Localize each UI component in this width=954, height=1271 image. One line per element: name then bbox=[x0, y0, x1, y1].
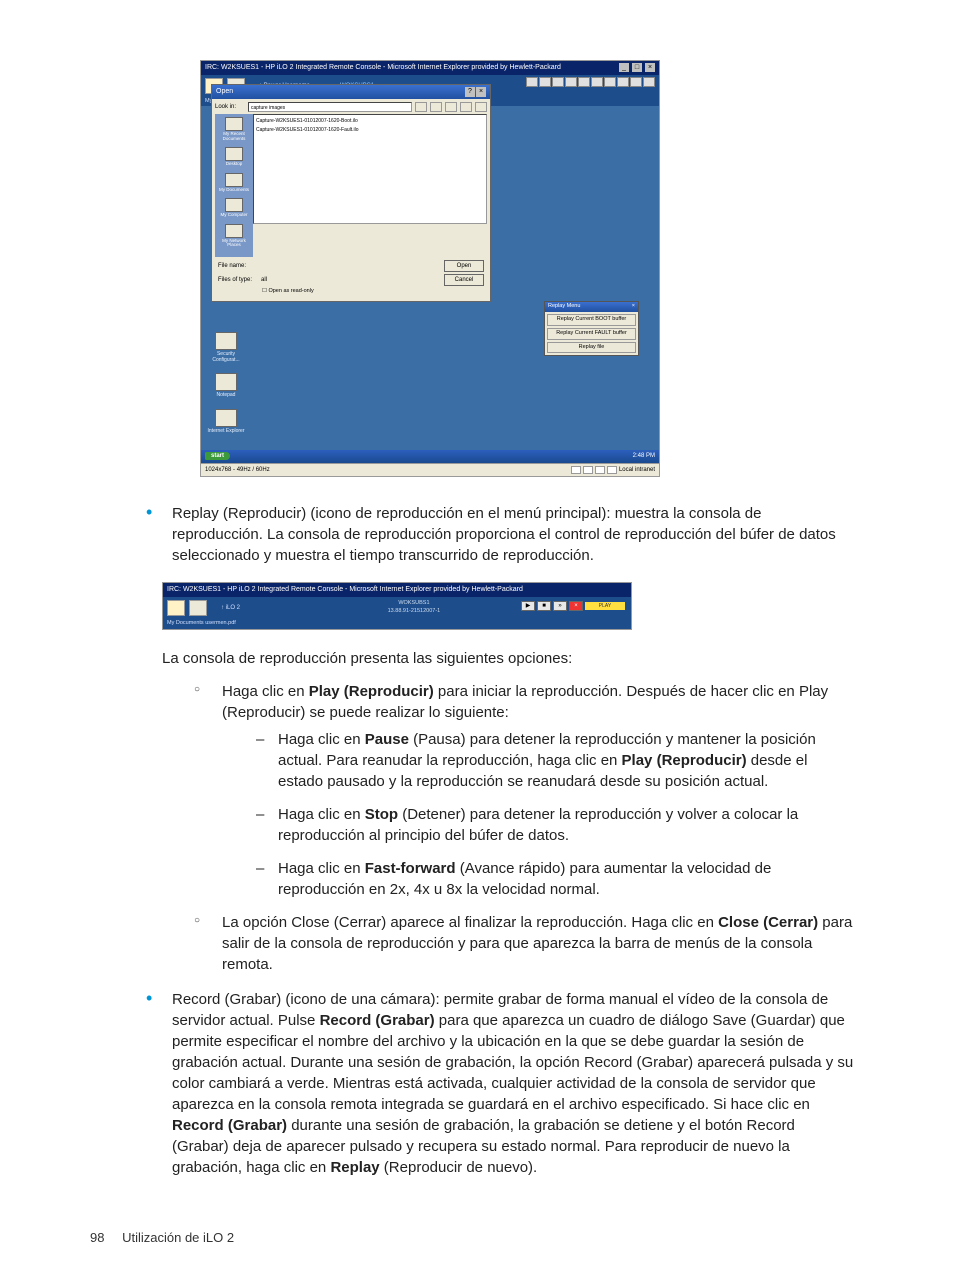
play-controls: ▶ ■ » × PLAY bbox=[521, 601, 625, 611]
lookin-label: Look in: bbox=[215, 103, 245, 111]
taskbar: start 2:48 PM bbox=[201, 450, 659, 462]
bullet-record: Record (Grabar) (icono de una cámara): p… bbox=[146, 989, 854, 1178]
section-title: Utilización de iLO 2 bbox=[122, 1230, 234, 1245]
filename-label: File name: bbox=[218, 262, 258, 270]
tool-icon[interactable] bbox=[591, 77, 603, 87]
sub-intro: La consola de reproducción presenta las … bbox=[162, 648, 854, 669]
readonly-checkbox[interactable]: ☐ Open as read-only bbox=[262, 288, 484, 296]
window-controls: _ □ × bbox=[618, 63, 655, 73]
play-status: PLAY bbox=[585, 602, 625, 610]
statusbar: 1024x768 - 49Hz / 60Hz Local intranet bbox=[201, 463, 659, 476]
dash-stop: Haga clic en Stop (Detener) para detener… bbox=[256, 804, 854, 846]
mynetwork-icon[interactable] bbox=[225, 224, 243, 238]
ff-icon[interactable]: » bbox=[553, 601, 567, 611]
cancel-button[interactable]: Cancel bbox=[444, 274, 484, 286]
mydocs-icon[interactable] bbox=[225, 173, 243, 187]
open-dialog: Open ?× Look in: capture images bbox=[211, 84, 491, 302]
remote-desktop: Security Configurat... Notepad Internet … bbox=[201, 106, 659, 450]
docs-label: My Documents usermen.pdf bbox=[163, 619, 631, 629]
tool-icon[interactable] bbox=[630, 77, 642, 87]
tool-icon[interactable] bbox=[643, 77, 655, 87]
mycomputer-icon[interactable] bbox=[225, 198, 243, 212]
play-icon[interactable]: ▶ bbox=[521, 601, 535, 611]
file-item[interactable]: Capture-W2KSUES1-01012007-1620-Fault.ilo bbox=[256, 126, 484, 135]
tool-icon[interactable] bbox=[565, 77, 577, 87]
ie-icon[interactable] bbox=[215, 409, 237, 427]
toolbar-info: ↑ iLO 2 bbox=[221, 604, 240, 612]
close-icon[interactable]: × bbox=[569, 601, 583, 611]
screenshot-playback-toolbar: IRC: W2KSUES1 - HP iLO 2 Integrated Remo… bbox=[162, 582, 632, 629]
file-item[interactable]: Capture-W2KSUES1-01012007-1620-Boot.ilo bbox=[256, 117, 484, 126]
close-icon[interactable]: × bbox=[645, 63, 655, 72]
minimize-icon[interactable]: _ bbox=[619, 63, 629, 72]
replay-menu: Replay Menu× Replay Current BOOT buffer … bbox=[544, 301, 639, 356]
newfolder-icon[interactable] bbox=[460, 102, 472, 112]
taskbar-clock: 2:48 PM bbox=[633, 452, 655, 460]
window-titlebar: IRC: W2KSUES1 - HP iLO 2 Integrated Remo… bbox=[163, 583, 631, 597]
file-list[interactable]: Capture-W2KSUES1-01012007-1620-Boot.ilo … bbox=[253, 114, 487, 224]
tool-icon[interactable] bbox=[578, 77, 590, 87]
dash-ff: Haga clic en Fast-forward (Avance rápido… bbox=[256, 858, 854, 900]
views-icon[interactable] bbox=[475, 102, 487, 112]
folder-icon[interactable] bbox=[167, 600, 185, 616]
window-title: IRC: W2KSUES1 - HP iLO 2 Integrated Remo… bbox=[205, 63, 561, 73]
document-icon[interactable] bbox=[189, 600, 207, 616]
status-left: 1024x768 - 49Hz / 60Hz bbox=[205, 466, 270, 474]
tool-icon[interactable] bbox=[617, 77, 629, 87]
dialog-title: Open bbox=[216, 87, 233, 97]
window-titlebar: IRC: W2KSUES1 - HP iLO 2 Integrated Remo… bbox=[201, 61, 659, 75]
open-button[interactable]: Open bbox=[444, 260, 484, 272]
toolbar-icons bbox=[526, 77, 655, 87]
tool-icon[interactable] bbox=[604, 77, 616, 87]
screenshot-open-dialog: IRC: W2KSUES1 - HP iLO 2 Integrated Remo… bbox=[200, 60, 660, 477]
dropdown-icon[interactable] bbox=[415, 102, 427, 112]
help-icon[interactable]: ? bbox=[465, 87, 475, 97]
close-icon[interactable]: × bbox=[632, 303, 635, 311]
security-icon[interactable] bbox=[215, 332, 237, 350]
page-number: 98 bbox=[90, 1230, 104, 1245]
circle-close: La opción Close (Cerrar) aparece al fina… bbox=[194, 912, 854, 975]
pause-icon[interactable]: ■ bbox=[537, 601, 551, 611]
filetype-label: Files of type: bbox=[218, 276, 258, 284]
start-button[interactable]: start bbox=[205, 452, 230, 460]
close-icon[interactable]: × bbox=[476, 87, 486, 97]
notepad-icon[interactable] bbox=[215, 373, 237, 391]
replay-fault-button[interactable]: Replay Current FAULT buffer bbox=[547, 328, 636, 340]
maximize-icon[interactable]: □ bbox=[632, 63, 642, 72]
tool-icon[interactable] bbox=[526, 77, 538, 87]
replay-boot-button[interactable]: Replay Current BOOT buffer bbox=[547, 314, 636, 326]
tool-icon[interactable] bbox=[539, 77, 551, 87]
replay-file-button[interactable]: Replay file bbox=[547, 342, 636, 354]
lookin-field[interactable]: capture images bbox=[248, 102, 412, 112]
page-footer: 98 Utilización de iLO 2 bbox=[0, 1229, 954, 1247]
places-bar: My Recent Documents Desktop My Documents… bbox=[215, 114, 253, 257]
back-icon[interactable] bbox=[430, 102, 442, 112]
status-right: Local intranet bbox=[619, 466, 655, 474]
playback-toolbar: ↑ iLO 2 WOKSUBS1 13.88.91-21512007-1 ▶ ■… bbox=[163, 597, 631, 619]
desktop-icon[interactable] bbox=[225, 147, 243, 161]
up-icon[interactable] bbox=[445, 102, 457, 112]
dash-pause: Haga clic en Pause (Pausa) para detener … bbox=[256, 729, 854, 792]
bullet-replay: Replay (Reproducir) (icono de reproducci… bbox=[146, 503, 854, 566]
circle-play: Haga clic en Play (Reproducir) para inic… bbox=[194, 681, 854, 900]
tool-icon[interactable] bbox=[552, 77, 564, 87]
filetype-select[interactable]: all bbox=[261, 276, 441, 284]
window-title: IRC: W2KSUES1 - HP iLO 2 Integrated Remo… bbox=[167, 585, 523, 595]
recent-icon[interactable] bbox=[225, 117, 243, 131]
